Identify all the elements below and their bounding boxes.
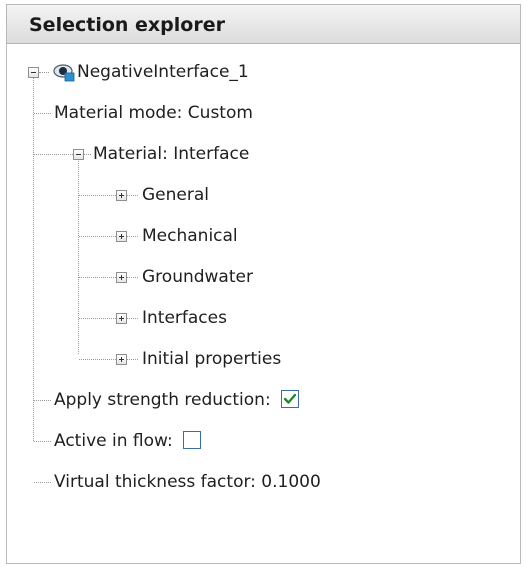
tree-connector bbox=[34, 113, 51, 114]
tree-root-node[interactable]: NegativeInterface_1 bbox=[77, 57, 249, 87]
collapse-root-toggle[interactable] bbox=[28, 67, 39, 78]
tree-connector bbox=[79, 318, 116, 319]
tree-connector bbox=[34, 154, 73, 155]
tree-connector bbox=[34, 482, 51, 483]
general-label: General bbox=[142, 185, 209, 205]
material-child-groundwater[interactable]: Groundwater bbox=[142, 262, 253, 292]
tree-connector bbox=[34, 441, 51, 442]
tree-connector bbox=[127, 195, 138, 196]
virtual-thickness-factor-item[interactable]: Virtual thickness factor: 0.1000 bbox=[54, 467, 321, 497]
tree-connector bbox=[84, 154, 91, 155]
expand-general-toggle[interactable] bbox=[116, 190, 127, 201]
tree-guide-line bbox=[33, 77, 34, 441]
tree-connector bbox=[79, 195, 116, 196]
groundwater-label: Groundwater bbox=[142, 267, 253, 287]
active-in-flow-item: Active in flow: bbox=[54, 426, 201, 456]
checkmark-icon bbox=[283, 393, 296, 404]
initial-properties-label: Initial properties bbox=[142, 349, 282, 369]
material-child-general[interactable]: General bbox=[142, 180, 209, 210]
collapse-material-toggle[interactable] bbox=[73, 149, 84, 160]
tree-connector bbox=[127, 277, 138, 278]
tree-connector bbox=[127, 359, 138, 360]
tree-connector bbox=[34, 400, 51, 401]
selection-explorer-panel: Selection explorer NegativeInterface_1 M… bbox=[6, 4, 521, 564]
apply-strength-reduction-item: Apply strength reduction: bbox=[54, 385, 299, 415]
material-node[interactable]: Material: Interface bbox=[93, 139, 249, 169]
apply-strength-reduction-label: Apply strength reduction: bbox=[54, 390, 271, 410]
material-child-interfaces[interactable]: Interfaces bbox=[142, 303, 227, 333]
active-in-flow-checkbox[interactable] bbox=[182, 430, 201, 449]
virtual-thickness-factor-label: Virtual thickness factor: 0.1000 bbox=[54, 472, 321, 492]
material-child-initial-properties[interactable]: Initial properties bbox=[142, 344, 281, 374]
tree-connector bbox=[39, 72, 49, 73]
tree-connector bbox=[79, 359, 116, 360]
active-in-flow-label: Active in flow: bbox=[54, 431, 173, 451]
selection-tree: NegativeInterface_1 Material mode: Custo… bbox=[7, 5, 520, 563]
tree-connector bbox=[79, 277, 116, 278]
tree-connector bbox=[127, 318, 138, 319]
material-mode-item[interactable]: Material mode: Custom bbox=[54, 98, 253, 128]
interface-object-icon bbox=[53, 64, 75, 82]
interfaces-label: Interfaces bbox=[142, 308, 227, 328]
root-node-label: NegativeInterface_1 bbox=[77, 62, 249, 82]
apply-strength-reduction-checkbox[interactable] bbox=[280, 389, 299, 408]
expand-initial-properties-toggle[interactable] bbox=[116, 354, 127, 365]
material-mode-label: Material mode: Custom bbox=[54, 103, 253, 123]
expand-interfaces-toggle[interactable] bbox=[116, 313, 127, 324]
expand-groundwater-toggle[interactable] bbox=[116, 272, 127, 283]
tree-connector bbox=[79, 236, 116, 237]
material-child-mechanical[interactable]: Mechanical bbox=[142, 221, 238, 251]
expand-mechanical-toggle[interactable] bbox=[116, 231, 127, 242]
tree-connector bbox=[127, 236, 138, 237]
tree-guide-line bbox=[78, 159, 79, 354]
mechanical-label: Mechanical bbox=[142, 226, 238, 246]
material-node-label: Material: Interface bbox=[93, 144, 250, 164]
